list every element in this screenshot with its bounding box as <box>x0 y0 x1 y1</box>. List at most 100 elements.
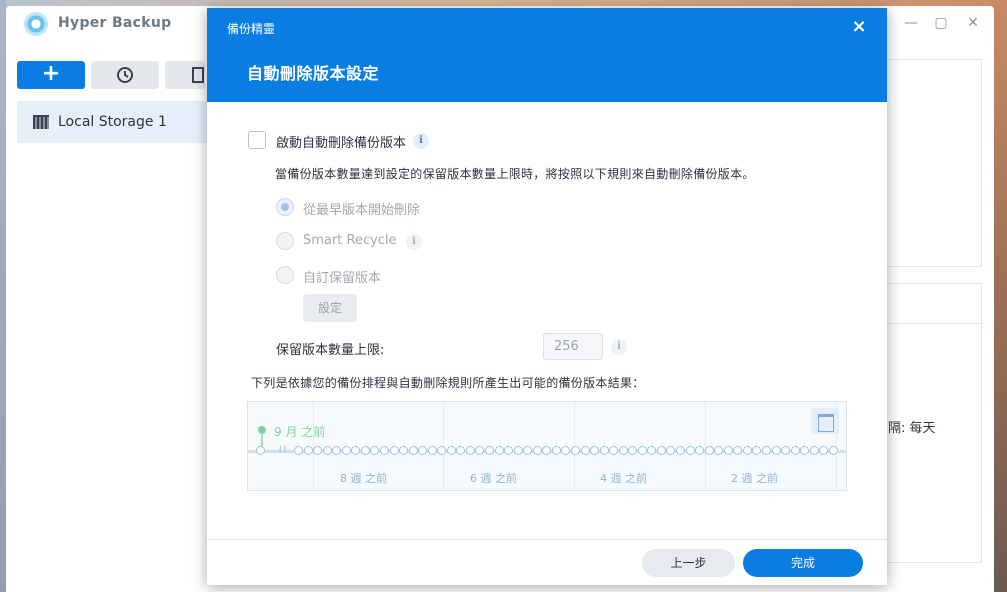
timeline-version-dot <box>733 446 743 455</box>
radio-custom-retention[interactable] <box>276 266 294 284</box>
timeline-start-label: 9 月 之前 <box>274 425 326 439</box>
timeline-version-dot <box>800 446 810 455</box>
timeline-version-dot <box>341 446 351 455</box>
timeline-version-dot <box>389 446 399 455</box>
document-icon <box>192 67 204 83</box>
timeline-version-dot <box>723 446 733 455</box>
timeline-version-dot <box>685 446 695 455</box>
dialog-footer-divider <box>207 539 887 540</box>
timeline-version-dot <box>819 446 829 455</box>
timeline-version-dot <box>647 446 657 455</box>
timeline-tick-label: 2 週 之前 <box>731 472 778 485</box>
version-timeline: 9 月 之前 ≀≀ 8 週 之前 6 週 之前 4 週 之前 2 週 之前 <box>247 401 847 491</box>
timeline-version-dot <box>637 446 647 455</box>
timeline-version-dot <box>551 446 561 455</box>
timeline-tick-label: 6 週 之前 <box>470 472 517 485</box>
schedule-interval-text: 隔: 每天 <box>888 421 936 436</box>
timeline-version-dot <box>676 446 685 455</box>
timeline-version-dot <box>360 446 370 455</box>
close-icon[interactable]: × <box>849 17 869 37</box>
radio-custom-retention-label[interactable]: 自訂保留版本 <box>303 267 381 286</box>
timeline-version-dot <box>475 446 485 455</box>
timeline-version-dot <box>714 446 724 455</box>
backup-wizard-dialog: 備份精靈 × 自動刪除版本設定 啟動自動刪除備份版本 i 當備份版本數量達到設定… <box>207 8 887 585</box>
storage-icon <box>33 115 49 129</box>
timeline-version-dot <box>609 446 619 455</box>
radio-smart-recycle[interactable] <box>276 232 294 250</box>
enable-auto-delete-label[interactable]: 啟動自動刪除備份版本 <box>276 132 406 151</box>
close-window-icon[interactable]: ✕ <box>964 14 982 32</box>
version-limit-input[interactable]: 256 <box>543 333 603 360</box>
timeline-version-dot <box>456 446 466 455</box>
timeline-version-dot <box>322 446 332 455</box>
timeline-version-dot <box>379 446 389 455</box>
timeline-version-dot <box>570 446 580 455</box>
done-button[interactable]: 完成 <box>743 549 863 577</box>
timeline-version-dot <box>513 446 523 455</box>
desktop-background-right <box>992 0 1007 592</box>
app-title: Hyper Backup <box>58 15 172 31</box>
timeline-version-dot <box>437 446 447 455</box>
version-limit-label: 保留版本數量上限: <box>276 343 385 358</box>
restore-history-button[interactable] <box>91 61 159 89</box>
task-info-panel <box>884 59 982 267</box>
info-icon[interactable]: i <box>406 234 422 250</box>
minimize-icon[interactable]: — <box>902 14 920 32</box>
timeline-version-dot <box>752 446 762 455</box>
dialog-app-name: 備份精靈 <box>227 22 276 36</box>
add-backup-button[interactable]: + <box>17 61 85 89</box>
maximize-icon[interactable]: ▢ <box>932 14 950 32</box>
info-icon[interactable]: i <box>413 133 429 149</box>
hyper-backup-logo-icon <box>24 12 48 36</box>
timeline-version-dot <box>771 446 781 455</box>
info-icon[interactable]: i <box>611 339 627 355</box>
radio-smart-recycle-label[interactable]: Smart Recycle <box>303 233 397 248</box>
timeline-version-dot <box>590 446 600 455</box>
timeline-version-dot <box>256 446 265 455</box>
timeline-version-dot <box>656 446 666 455</box>
timeline-version-dot <box>313 446 323 455</box>
timeline-version-dot <box>828 446 838 455</box>
timeline-version-dot <box>599 446 609 455</box>
timeline-break-icon: ≀≀ <box>278 442 287 456</box>
timeline-version-dot <box>465 446 475 455</box>
timeline-version-dot <box>446 446 456 455</box>
calendar-icon[interactable] <box>811 408 839 434</box>
timeline-version-dot <box>790 446 800 455</box>
timeline-version-dot <box>781 446 791 455</box>
timeline-version-dot <box>418 446 428 455</box>
timeline-version-dot <box>494 446 504 455</box>
timeline-version-dot <box>294 446 303 455</box>
enable-auto-delete-checkbox[interactable] <box>248 131 266 149</box>
timeline-version-dot <box>523 446 533 455</box>
timeline-version-dot <box>504 446 514 455</box>
timeline-version-dot <box>742 446 752 455</box>
rotation-description: 當備份版本數量達到設定的保留版本數量上限時，將按照以下規則來自動刪除備份版本。 <box>275 167 755 181</box>
radio-oldest-first[interactable] <box>276 198 294 216</box>
timeline-version-dot <box>666 446 676 455</box>
timeline-version-dot <box>542 446 552 455</box>
timeline-version-dot <box>399 446 409 455</box>
log-button[interactable] <box>165 61 205 89</box>
timeline-version-dot <box>628 446 638 455</box>
previous-button[interactable]: 上一步 <box>642 549 735 577</box>
timeline-version-dot <box>427 446 437 455</box>
timeline-tick-label: 8 週 之前 <box>340 472 387 485</box>
dialog-title: 自動刪除版本設定 <box>247 64 380 83</box>
timeline-version-dot <box>532 446 542 455</box>
timeline-version-dot <box>332 446 342 455</box>
timeline-version-dot <box>370 446 380 455</box>
timeline-description: 下列是依據您的備份排程與自動刪除規則所產生出可能的備份版本結果： <box>251 376 645 390</box>
timeline-version-dot <box>695 446 705 455</box>
custom-settings-button[interactable]: 設定 <box>303 294 357 322</box>
radio-oldest-first-label[interactable]: 從最早版本開始刪除 <box>303 199 420 218</box>
timeline-version-dot <box>704 446 714 455</box>
timeline-version-dot <box>561 446 571 455</box>
timeline-version-dot <box>580 446 590 455</box>
sidebar-item-local-storage[interactable]: Local Storage 1 <box>17 101 209 143</box>
timeline-version-dot <box>761 446 771 455</box>
timeline-version-dot <box>303 446 313 455</box>
timeline-version-dot <box>485 446 494 455</box>
timeline-version-dot <box>351 446 361 455</box>
timeline-version-dot <box>809 446 819 455</box>
